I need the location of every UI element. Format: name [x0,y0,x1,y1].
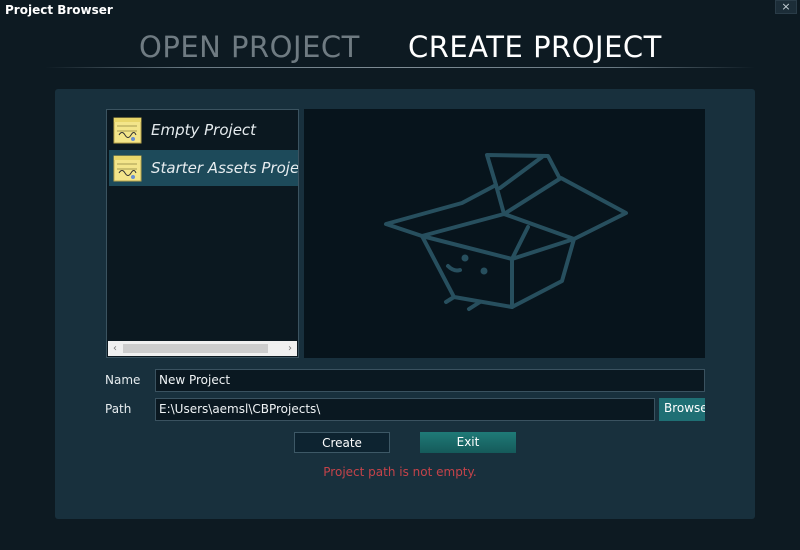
window-title: Project Browser [5,3,113,17]
tab-create-project[interactable]: CREATE PROJECT [408,30,662,64]
open-box-icon [384,153,628,311]
template-preview [304,109,705,358]
template-list: Empty Project Starter Assets Project ‹ › [106,109,299,358]
browse-button[interactable]: Browse [659,398,705,421]
project-note-icon [113,117,142,144]
scrollbar-thumb[interactable] [123,344,268,353]
project-note-icon [113,155,142,182]
project-path-input[interactable]: E:\Users\aemsl\CBProjects\ [155,398,655,421]
template-label: Starter Assets Project [151,159,298,177]
project-name-input[interactable]: New Project [155,369,705,392]
name-label: Name [105,373,141,387]
template-label: Empty Project [151,121,257,139]
close-icon: × [781,0,791,13]
error-message: Project path is not empty. [323,465,477,479]
scroll-left-arrow-icon[interactable]: ‹ [108,341,122,356]
path-label: Path [105,402,132,416]
tab-open-project[interactable]: OPEN PROJECT [139,30,360,64]
template-item-starter-assets-project[interactable]: Starter Assets Project [109,150,298,186]
exit-button[interactable]: Exit [420,432,516,453]
title-bar: Project Browser × [0,0,800,22]
horizontal-scrollbar[interactable]: ‹ › [108,341,297,356]
close-button[interactable]: × [775,0,797,14]
scroll-right-arrow-icon[interactable]: › [283,341,297,356]
tab-divider [45,67,755,68]
template-item-empty-project[interactable]: Empty Project [109,112,298,148]
create-button[interactable]: Create [294,432,390,453]
